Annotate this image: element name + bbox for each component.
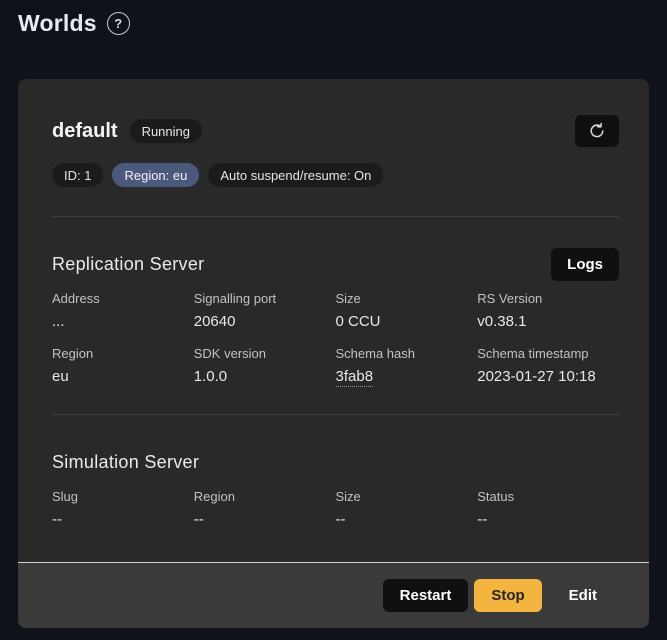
world-card-body: default Running ID: 1 Region: eu Auto su… [18,79,649,562]
field-rs-version: RS Version v0.38.1 [477,291,619,330]
simulation-fields-row: Slug -- Region -- Size -- Status -- [52,489,619,562]
field-value: 1.0.0 [194,368,336,385]
field-label: Signalling port [194,291,336,306]
field-label: Address [52,291,194,306]
replication-fields-row-1: Address ... Signalling port 20640 Size 0… [52,291,619,330]
page-title: Worlds [18,10,97,37]
simulation-section-title: Simulation Server [52,452,199,473]
field-value: 0 CCU [336,313,478,330]
field-address: Address ... [52,291,194,330]
refresh-icon [588,122,606,140]
field-value: 2023-01-27 10:18 [477,368,619,385]
field-slug: Slug -- [52,489,194,528]
field-label: SDK version [194,346,336,361]
refresh-button[interactable] [575,115,619,147]
chip-auto-suspend: Auto suspend/resume: On [208,163,383,187]
field-value: eu [52,368,194,385]
world-name: default [52,120,118,143]
replication-section-title: Replication Server [52,254,204,275]
field-value: ... [52,313,194,330]
field-value: 20640 [194,313,336,330]
field-schema-timestamp: Schema timestamp 2023-01-27 10:18 [477,346,619,385]
replication-section-header: Replication Server Logs [52,247,619,281]
field-sim-status: Status -- [477,489,619,528]
world-card-header: default Running [52,115,619,147]
field-signalling-port: Signalling port 20640 [194,291,336,330]
stop-button[interactable]: Stop [474,579,541,612]
chip-region: Region: eu [112,163,199,187]
field-label: Region [52,346,194,361]
section-divider [52,216,619,217]
world-card: default Running ID: 1 Region: eu Auto su… [18,79,649,628]
simulation-section-header: Simulation Server [52,445,619,479]
field-value: -- [194,511,336,528]
section-divider [52,414,619,415]
world-chip-row: ID: 1 Region: eu Auto suspend/resume: On [52,163,619,187]
field-size: Size 0 CCU [336,291,478,330]
replication-fields-row-2: Region eu SDK version 1.0.0 Schema hash … [52,346,619,385]
help-circle-icon[interactable]: ? [107,12,130,35]
page-header: Worlds ? [0,0,667,37]
field-label: Slug [52,489,194,504]
field-label: RS Version [477,291,619,306]
field-schema-hash: Schema hash 3fab8 [336,346,478,385]
world-card-footer: Restart Stop Edit [18,562,649,628]
edit-button[interactable]: Edit [563,579,603,612]
field-value: -- [477,511,619,528]
field-value: -- [52,511,194,528]
schema-hash-value[interactable]: 3fab8 [336,368,374,387]
field-value: 3fab8 [336,368,478,385]
field-label: Size [336,489,478,504]
field-label: Region [194,489,336,504]
field-label: Status [477,489,619,504]
field-value: v0.38.1 [477,313,619,330]
logs-button[interactable]: Logs [551,248,619,281]
field-label: Schema timestamp [477,346,619,361]
field-value: -- [336,511,478,528]
field-label: Size [336,291,478,306]
status-badge: Running [130,119,202,143]
help-glyph: ? [114,16,122,31]
field-region: Region eu [52,346,194,385]
chip-id: ID: 1 [52,163,103,187]
restart-button[interactable]: Restart [383,579,469,612]
field-sdk-version: SDK version 1.0.0 [194,346,336,385]
field-label: Schema hash [336,346,478,361]
field-sim-region: Region -- [194,489,336,528]
field-sim-size: Size -- [336,489,478,528]
